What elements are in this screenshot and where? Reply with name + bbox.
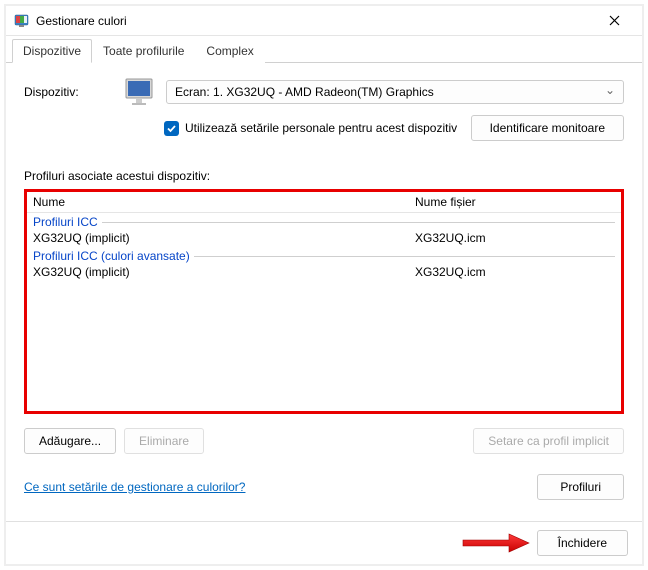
use-personal-settings-label: Utilizează setările personale pentru ace… — [185, 121, 457, 135]
monitor-icon — [124, 77, 156, 107]
profiles-associated-label: Profiluri asociate acestui dispozitiv: — [24, 169, 624, 183]
app-icon — [14, 13, 30, 29]
add-button[interactable]: Adăugare... — [24, 428, 116, 454]
tab-devices[interactable]: Dispozitive — [12, 39, 92, 63]
use-personal-settings-checkbox[interactable] — [164, 121, 179, 136]
profiles-button[interactable]: Profiluri — [537, 474, 624, 500]
footer: Închidere — [6, 521, 642, 564]
profiles-list: Nume Nume fișier Profiluri ICC XG32UQ (i… — [24, 189, 624, 414]
profiles-header: Nume Nume fișier — [27, 192, 621, 213]
tabs: Dispozitive Toate profilurile Complex — [6, 36, 642, 63]
device-select[interactable]: Ecran: 1. XG32UQ - AMD Radeon(TM) Graphi… — [166, 80, 624, 104]
group-icc: Profiluri ICC — [27, 213, 621, 229]
column-name[interactable]: Nume — [33, 195, 415, 209]
tab-all-profiles[interactable]: Toate profilurile — [92, 39, 195, 63]
tab-advanced[interactable]: Complex — [195, 39, 264, 63]
column-file[interactable]: Nume fișier — [415, 195, 615, 209]
close-button[interactable]: Închidere — [537, 530, 628, 556]
arrow-annotation-icon — [461, 533, 531, 553]
remove-button: Eliminare — [124, 428, 204, 454]
table-row[interactable]: XG32UQ (implicit) XG32UQ.icm — [27, 263, 621, 281]
identify-monitors-button[interactable]: Identificare monitoare — [471, 115, 624, 141]
group-icc-advanced: Profiluri ICC (culori avansate) — [27, 247, 621, 263]
set-default-button: Setare ca profil implicit — [473, 428, 624, 454]
help-link[interactable]: Ce sunt setările de gestionare a culoril… — [24, 480, 245, 494]
titlebar: Gestionare culori — [6, 6, 642, 36]
window-title: Gestionare culori — [36, 14, 594, 28]
device-label: Dispozitiv: — [24, 85, 114, 99]
color-management-window: Gestionare culori Dispozitive Toate prof… — [6, 6, 642, 564]
close-icon[interactable] — [594, 7, 634, 35]
table-row[interactable]: XG32UQ (implicit) XG32UQ.icm — [27, 229, 621, 247]
